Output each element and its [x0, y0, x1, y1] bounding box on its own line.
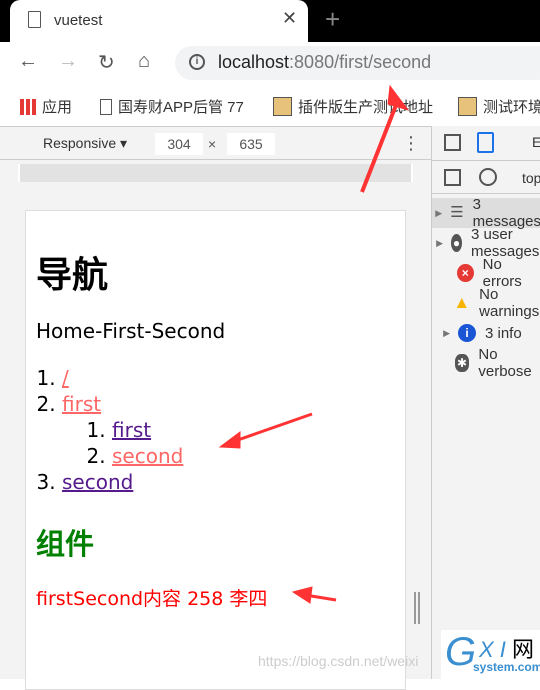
arrowhead	[387, 84, 410, 111]
annotation-arrows	[218, 84, 410, 604]
arrowhead	[291, 586, 313, 604]
annotation-arrow	[234, 412, 313, 443]
arrowhead	[218, 431, 241, 449]
annotation-arrow	[360, 99, 400, 193]
